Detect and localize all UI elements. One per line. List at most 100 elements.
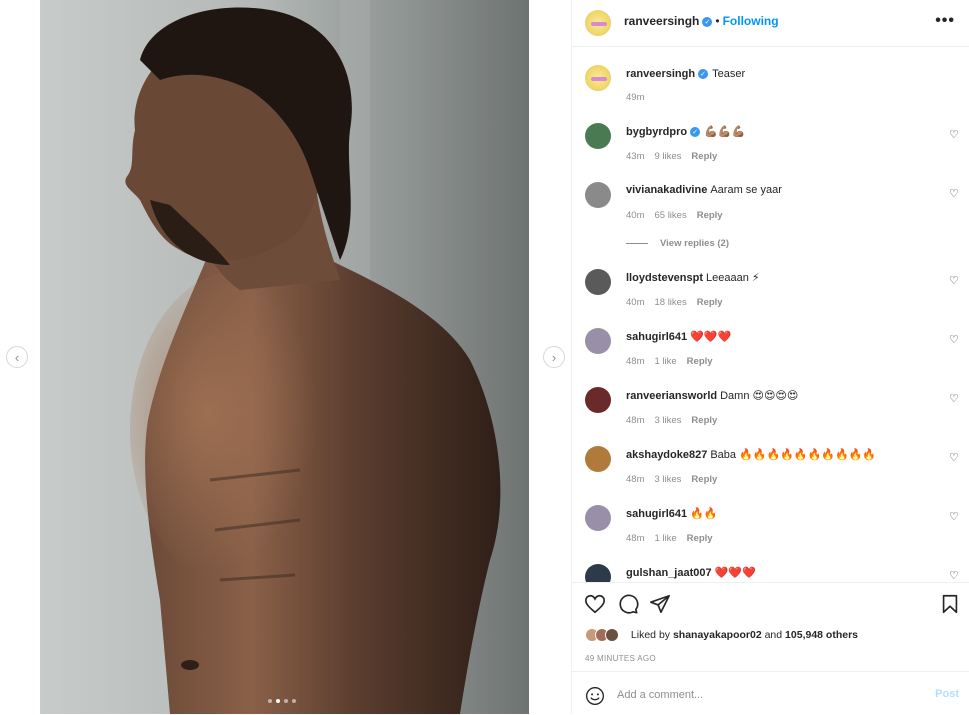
reply-button[interactable]: Reply — [687, 533, 713, 544]
comment-meta: 48m 3 likes Reply — [626, 415, 727, 426]
commenter-avatar[interactable] — [585, 505, 611, 531]
comment-likes[interactable]: 65 likes — [654, 210, 686, 221]
like-comment-heart-icon[interactable]: ♡ — [949, 512, 959, 523]
add-comment-input[interactable] — [617, 685, 917, 705]
comment-row: bygbyrdpro ✓ 💪🏽💪🏽💪🏽 43m 9 likes Reply ♡ — [572, 123, 969, 173]
chevron-left-icon: ‹ — [14, 349, 20, 365]
liker-avatars — [585, 628, 625, 642]
like-comment-heart-icon[interactable]: ♡ — [949, 130, 959, 141]
caption-avatar[interactable] — [585, 65, 611, 91]
caption-time: 49m — [626, 92, 645, 103]
post-timestamp[interactable]: 49 MINUTES AGO — [585, 654, 656, 663]
comment-username[interactable]: vivianakadivine — [626, 184, 707, 196]
carousel-indicator — [268, 699, 296, 703]
post-photo[interactable] — [40, 0, 529, 714]
comment-row: sahugirl641 ❤️❤️❤️ 48m 1 like Reply ♡ — [572, 328, 969, 378]
reply-button[interactable]: Reply — [687, 356, 713, 367]
like-comment-heart-icon[interactable]: ♡ — [949, 276, 959, 287]
carousel-dot — [268, 699, 272, 703]
like-comment-heart-icon[interactable]: ♡ — [949, 335, 959, 346]
comment-username[interactable]: lloydstevenspt — [626, 272, 703, 284]
comment-likes[interactable]: 18 likes — [654, 297, 686, 308]
comment-body: ❤️❤️❤️ — [714, 567, 756, 579]
comment-username[interactable]: akshaydoke827 — [626, 449, 707, 461]
comment-bubble-icon[interactable] — [617, 593, 639, 615]
comment-time: 43m — [626, 151, 645, 162]
like-comment-heart-icon[interactable]: ♡ — [949, 453, 959, 464]
carousel-dot-active — [276, 699, 280, 703]
commenter-avatar[interactable] — [585, 269, 611, 295]
comment-text: sahugirl641 ❤️❤️❤️ — [626, 330, 731, 343]
view-replies-button[interactable]: View replies (2) — [626, 238, 729, 249]
following-button[interactable]: Following — [723, 14, 779, 28]
liked-by-others-count[interactable]: 105,948 others — [785, 629, 858, 641]
comment-username[interactable]: sahugirl641 — [626, 331, 687, 343]
carousel-dot — [292, 699, 296, 703]
liked-by-and: and — [764, 628, 783, 641]
comment-body: 🔥🔥 — [690, 508, 718, 520]
liked-by-username[interactable]: shanayakapoor02 — [673, 629, 762, 641]
reply-button[interactable]: Reply — [697, 297, 723, 308]
comment-time: 40m — [626, 297, 645, 308]
commenter-avatar[interactable] — [585, 564, 611, 582]
comment-time: 48m — [626, 356, 645, 367]
caption-username[interactable]: ranveersingh — [626, 68, 695, 80]
like-heart-icon[interactable] — [584, 593, 606, 615]
comment-text: gulshan_jaat007 ❤️❤️❤️ — [626, 566, 756, 579]
commenter-avatar[interactable] — [585, 387, 611, 413]
author-username[interactable]: ranveersingh — [624, 14, 699, 28]
comment-likes[interactable]: 9 likes — [654, 151, 681, 162]
comment-time: 48m — [626, 474, 645, 485]
commenter-avatar[interactable] — [585, 123, 611, 149]
like-comment-heart-icon[interactable]: ♡ — [949, 394, 959, 405]
comments-list[interactable]: ranveersingh ✓ Teaser 49m bygbyrdpro ✓ 💪🏽💪🏽💪… — [572, 47, 969, 582]
replies-divider — [626, 242, 648, 244]
share-send-icon[interactable] — [649, 593, 671, 615]
commenter-avatar[interactable] — [585, 182, 611, 208]
comment-username[interactable]: gulshan_jaat007 — [626, 567, 712, 579]
liked-by-prefix: Liked by — [630, 628, 671, 641]
caption-meta: 49m — [626, 92, 654, 103]
author-avatar[interactable] — [585, 10, 611, 36]
comment-text: sahugirl641 🔥🔥 — [626, 507, 718, 520]
like-comment-heart-icon[interactable]: ♡ — [949, 189, 959, 200]
caption-text: ranveersingh ✓ Teaser — [626, 68, 745, 80]
commenter-avatar[interactable] — [585, 328, 611, 354]
comment-username[interactable]: sahugirl641 — [626, 508, 687, 520]
comment-text: lloydstevenspt Leeaaan ⚡ — [626, 271, 760, 284]
more-options-icon[interactable]: ••• — [935, 12, 955, 30]
caption-body: Teaser — [712, 68, 746, 80]
photo-illustration — [40, 0, 529, 714]
comment-likes[interactable]: 1 like — [654, 533, 676, 544]
comment-likes[interactable]: 3 likes — [654, 474, 681, 485]
reply-button[interactable]: Reply — [697, 210, 723, 221]
chevron-right-icon: › — [551, 349, 557, 365]
emoji-picker-icon[interactable] — [585, 686, 605, 706]
comment-username[interactable]: bygbyrdpro — [626, 126, 687, 138]
media-viewer: ‹ › — [0, 0, 571, 714]
comment-body: Leeaaan ⚡ — [706, 272, 760, 284]
save-bookmark-icon[interactable] — [939, 593, 961, 615]
comment-meta: 40m 18 likes Reply — [626, 297, 733, 308]
reply-button[interactable]: Reply — [691, 474, 717, 485]
like-comment-heart-icon[interactable]: ♡ — [949, 571, 959, 582]
carousel-dot — [284, 699, 288, 703]
verified-badge-icon: ✓ — [698, 69, 709, 80]
comment-time: 48m — [626, 415, 645, 426]
post-comment-button[interactable]: Post — [935, 688, 959, 700]
liked-by-summary: Liked by shanayakapoor02 and 105,948 oth… — [585, 628, 858, 642]
verified-badge-icon: ✓ — [690, 127, 701, 138]
comment-row: ranveeriansworld Damn 😍😍😍😍 48m 3 likes Repl… — [572, 387, 969, 437]
comment-likes[interactable]: 1 like — [654, 356, 676, 367]
comment-username[interactable]: ranveeriansworld — [626, 390, 717, 402]
reply-button[interactable]: Reply — [691, 151, 717, 162]
comment-meta: 48m 3 likes Reply — [626, 474, 727, 485]
commenter-avatar[interactable] — [585, 446, 611, 472]
next-slide-button[interactable]: › — [543, 346, 565, 368]
comment-row: lloydstevenspt Leeaaan ⚡ 40m 18 likes Reply… — [572, 269, 969, 319]
comment-text: ranveeriansworld Damn 😍😍😍😍 — [626, 389, 798, 402]
reply-button[interactable]: Reply — [691, 415, 717, 426]
previous-slide-button[interactable]: ‹ — [6, 346, 28, 368]
caption-row: ranveersingh ✓ Teaser 49m — [572, 65, 969, 115]
comment-likes[interactable]: 3 likes — [654, 415, 681, 426]
